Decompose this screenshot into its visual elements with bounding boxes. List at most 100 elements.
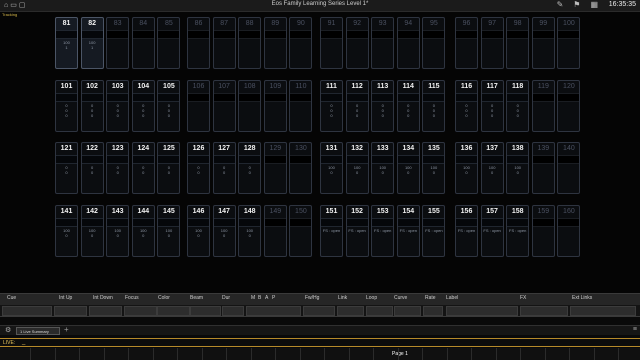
fader[interactable]	[128, 348, 152, 360]
channel-83[interactable]: 83	[106, 17, 130, 69]
channel-150[interactable]: 150	[289, 205, 313, 257]
tab-live-summary[interactable]: 1 Live Summary	[16, 327, 60, 335]
channel-146[interactable]: 146 100 0	[187, 205, 210, 257]
channel-145[interactable]: 145 100 0	[157, 205, 181, 257]
channel-102[interactable]: 102 0 0 0	[80, 80, 104, 132]
channel-139[interactable]: 139	[531, 142, 555, 194]
channel-130[interactable]: 130	[289, 142, 313, 194]
command-line[interactable]: LIVE: _	[0, 338, 640, 347]
fader[interactable]	[373, 348, 397, 360]
channel-90[interactable]: 90	[289, 17, 313, 69]
cue-cell[interactable]	[366, 306, 393, 316]
channel-108[interactable]: 108	[238, 80, 262, 132]
channel-96[interactable]: 96	[455, 17, 478, 69]
fader[interactable]	[30, 348, 54, 360]
channel-157[interactable]: 157 FS : open	[480, 205, 504, 257]
fader[interactable]	[397, 348, 422, 360]
channel-137[interactable]: 137 100 0	[480, 142, 504, 194]
channel-122[interactable]: 122 0 0	[80, 142, 104, 194]
fader[interactable]	[201, 348, 226, 360]
channel-84[interactable]: 84	[131, 17, 155, 69]
channel-143[interactable]: 143 100 0	[106, 205, 130, 257]
channel-134[interactable]: 134 100 0	[396, 142, 420, 194]
channel-144[interactable]: 144 100 0	[131, 205, 155, 257]
cue-cell[interactable]	[89, 306, 122, 316]
cue-row[interactable]	[0, 305, 640, 317]
cue-cell[interactable]	[124, 306, 157, 316]
fader[interactable]	[569, 348, 593, 360]
channel-156[interactable]: 156 FS : open	[455, 205, 478, 257]
channel-133[interactable]: 133 100 0	[371, 142, 395, 194]
fader[interactable]	[520, 348, 544, 360]
channel-118[interactable]: 118 0 0 0	[506, 80, 530, 132]
channel-86[interactable]: 86	[187, 17, 210, 69]
cue-cell[interactable]	[303, 306, 335, 316]
channel-87[interactable]: 87	[212, 17, 236, 69]
fader[interactable]	[544, 348, 569, 360]
channel-93[interactable]: 93	[371, 17, 395, 69]
channel-135[interactable]: 135 100 0	[422, 142, 446, 194]
channel-119[interactable]: 119	[531, 80, 555, 132]
menu-icon[interactable]: ≡	[633, 326, 637, 333]
fader[interactable]	[471, 348, 495, 360]
cue-cell[interactable]	[520, 306, 568, 316]
channel-95[interactable]: 95	[422, 17, 446, 69]
channel-158[interactable]: 158 FS : open	[506, 205, 530, 257]
channel-121[interactable]: 121 0 0	[55, 142, 78, 194]
cue-cell[interactable]	[54, 306, 87, 316]
channel-88[interactable]: 88	[238, 17, 262, 69]
cue-cell[interactable]	[394, 306, 421, 316]
channel-132[interactable]: 132 100 0	[345, 142, 369, 194]
channel-100[interactable]: 100	[557, 17, 581, 69]
fader[interactable]	[618, 348, 640, 360]
fader[interactable]	[422, 348, 446, 360]
channel-107[interactable]: 107	[212, 80, 236, 132]
channel-140[interactable]: 140	[557, 142, 581, 194]
cue-cell[interactable]	[446, 306, 518, 316]
channel-151[interactable]: 151 FS : open	[320, 205, 343, 257]
channel-160[interactable]: 160	[557, 205, 581, 257]
channel-111[interactable]: 111 0 0 0	[320, 80, 343, 132]
channel-89[interactable]: 89	[263, 17, 287, 69]
channel-128[interactable]: 128 0 0	[238, 142, 262, 194]
channel-126[interactable]: 126 0 0	[187, 142, 210, 194]
channel-97[interactable]: 97	[480, 17, 504, 69]
channel-138[interactable]: 138 100 0	[506, 142, 530, 194]
channel-99[interactable]: 99	[531, 17, 555, 69]
channel-113[interactable]: 113 0 0 0	[371, 80, 395, 132]
cue-cell[interactable]	[157, 306, 190, 316]
cue-cell[interactable]	[222, 306, 244, 316]
fader[interactable]	[495, 348, 520, 360]
channel-103[interactable]: 103 0 0 0	[106, 80, 130, 132]
channel-154[interactable]: 154 FS : open	[396, 205, 420, 257]
channel-116[interactable]: 116 0 0 0	[455, 80, 478, 132]
channel-109[interactable]: 109	[263, 80, 287, 132]
channel-125[interactable]: 125 0 0	[157, 142, 181, 194]
fader[interactable]	[54, 348, 79, 360]
fader[interactable]	[152, 348, 177, 360]
channel-148[interactable]: 148 100 0	[238, 205, 262, 257]
fader[interactable]	[250, 348, 275, 360]
fader[interactable]	[177, 348, 201, 360]
channel-106[interactable]: 106	[187, 80, 210, 132]
channel-98[interactable]: 98	[506, 17, 530, 69]
channel-155[interactable]: 155 FS : open	[422, 205, 446, 257]
fader[interactable]	[348, 348, 373, 360]
channel-141[interactable]: 141 100 0	[55, 205, 78, 257]
channel-153[interactable]: 153 FS : open	[371, 205, 395, 257]
fader[interactable]	[324, 348, 348, 360]
channel-92[interactable]: 92	[345, 17, 369, 69]
channel-152[interactable]: 152 FS : open	[345, 205, 369, 257]
cue-cell[interactable]	[337, 306, 364, 316]
channel-147[interactable]: 147 100 0	[212, 205, 236, 257]
fader[interactable]	[226, 348, 250, 360]
channel-110[interactable]: 110	[289, 80, 313, 132]
channel-127[interactable]: 127 0 0	[212, 142, 236, 194]
channel-124[interactable]: 124 0 0	[131, 142, 155, 194]
gear-icon[interactable]: ⚙	[5, 326, 11, 334]
channel-159[interactable]: 159	[531, 205, 555, 257]
fader[interactable]	[275, 348, 299, 360]
cue-cell[interactable]	[423, 306, 443, 316]
channel-142[interactable]: 142 100 0	[80, 205, 104, 257]
channel-129[interactable]: 129	[263, 142, 287, 194]
